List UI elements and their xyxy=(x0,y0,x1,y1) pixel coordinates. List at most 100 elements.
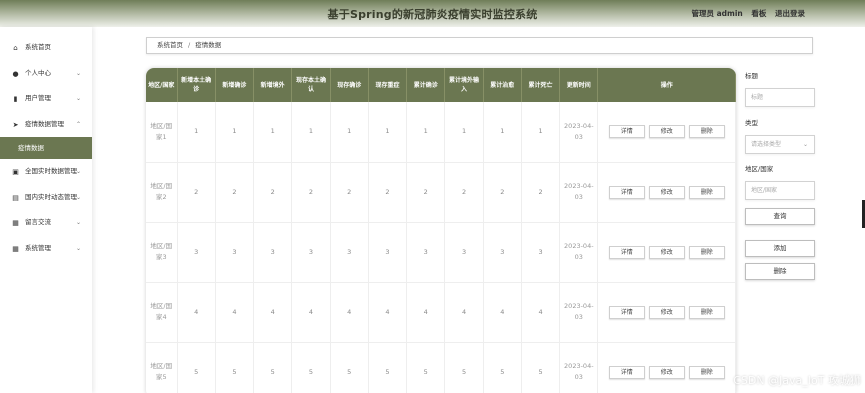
value-cell: 2 xyxy=(330,162,369,223)
edit-button[interactable]: 修改 xyxy=(648,305,685,319)
table-row: 地区/国家4 4 4 4 4 4 4 4 4 4 4 2023-04-03 详情 修改 删除 xyxy=(146,282,736,343)
delete-row-button[interactable]: 删除 xyxy=(688,365,725,379)
value-cell: 1 xyxy=(253,102,293,163)
chevron-up-icon: ⌃ xyxy=(75,120,81,128)
value-cell: 2 xyxy=(253,162,293,223)
sidebar-item-domestic-dynamics[interactable]: ▤ 国内实时动态管理 ⌄ xyxy=(0,185,92,211)
sidebar-item-epidemic-management[interactable]: ➤ 疫情数据管理 ⌃ xyxy=(0,112,92,138)
query-button[interactable]: 查询 xyxy=(745,208,815,225)
column-header: 新增本土确诊 xyxy=(177,68,216,102)
delete-row-button[interactable]: 删除 xyxy=(688,245,725,259)
edit-button[interactable]: 修改 xyxy=(648,125,685,139)
region-cell: 地区/国家5 xyxy=(146,342,178,393)
column-header: 操作 xyxy=(597,68,736,102)
value-cell: 4 xyxy=(177,282,216,343)
value-cell: 4 xyxy=(483,282,522,343)
update-time-cell: 2023-04-03 xyxy=(559,102,599,163)
value-cell: 3 xyxy=(215,222,255,283)
details-button[interactable]: 详情 xyxy=(608,245,645,259)
sidebar-item-national-realtime[interactable]: ▣ 全国实时数据管理 ⌄ xyxy=(0,159,92,185)
person-icon: ● xyxy=(12,69,19,78)
delete-button[interactable]: 删除 xyxy=(745,263,815,280)
sidebar-item-epidemic-data[interactable]: 疫情数据 xyxy=(0,137,92,159)
grid-icon: ▦ xyxy=(12,244,19,253)
actions-cell: 详情 修改 删除 xyxy=(597,102,736,163)
table-body: 地区/国家1 1 1 1 1 1 1 1 1 1 1 2023-04-03 详情 修改 删除 地区/国家2 2 2… xyxy=(146,102,736,393)
sidebar-item-home[interactable]: ⌂ 系统首页 xyxy=(0,35,92,61)
value-cell: 4 xyxy=(330,282,369,343)
sidebar-item-label: 全国实时数据管理 xyxy=(25,167,77,175)
value-cell: 4 xyxy=(444,282,484,343)
breadcrumb-current: 疫情数据 xyxy=(195,41,222,49)
value-cell: 2 xyxy=(406,162,446,223)
type-select[interactable]: 请选择类型 ⌄ xyxy=(745,135,815,154)
details-button[interactable]: 详情 xyxy=(608,305,645,319)
table-row: 地区/国家5 5 5 5 5 5 5 5 5 5 5 2023-04-03 详情 修改 删除 xyxy=(146,342,736,393)
column-header: 新增确诊 xyxy=(215,68,255,102)
actions-cell: 详情 修改 删除 xyxy=(597,162,736,223)
chevron-down-icon: ⌄ xyxy=(75,168,81,175)
column-header: 累计死亡 xyxy=(521,68,561,102)
bar-chart-icon: ▮ xyxy=(13,95,18,103)
details-button[interactable]: 详情 xyxy=(608,185,645,199)
delete-row-button[interactable]: 删除 xyxy=(688,305,725,319)
table-header-row: 地区/国家 新增本土确诊 新增确诊 新增境外 现存本土确认 现存确诊 现存重症 … xyxy=(146,68,736,102)
value-cell: 1 xyxy=(215,102,255,163)
value-cell: 4 xyxy=(368,282,408,343)
edit-button[interactable]: 修改 xyxy=(648,185,685,199)
breadcrumb-home[interactable]: 系统首页 xyxy=(157,41,183,49)
actions-cell: 详情 修改 删除 xyxy=(597,222,736,283)
sidebar-item-system-management[interactable]: ▦ 系统管理 ⌄ xyxy=(0,236,92,262)
column-header: 现存确诊 xyxy=(330,68,369,102)
sidebar-item-messages[interactable]: ▦ 留言交流 ⌄ xyxy=(0,210,92,236)
value-cell: 1 xyxy=(291,102,331,163)
add-button[interactable]: 添加 xyxy=(745,240,815,257)
sidebar-item-label: 留言交流 xyxy=(25,218,51,226)
type-select-value: 请选择类型 xyxy=(751,141,782,148)
value-cell: 2 xyxy=(291,162,331,223)
value-cell: 3 xyxy=(521,222,561,283)
home-icon: ⌂ xyxy=(13,44,18,52)
value-cell: 3 xyxy=(330,222,369,283)
value-cell: 5 xyxy=(444,342,484,393)
title-input[interactable]: 标题 xyxy=(745,88,815,107)
update-time-cell: 2023-04-03 xyxy=(559,282,599,343)
value-cell: 1 xyxy=(330,102,369,163)
value-cell: 1 xyxy=(521,102,561,163)
value-cell: 5 xyxy=(521,342,561,393)
calendar-icon: ▣ xyxy=(12,168,19,176)
breadcrumb-separator: / xyxy=(188,41,191,49)
actions-cell: 详情 修改 删除 xyxy=(597,282,736,343)
details-button[interactable]: 详情 xyxy=(608,365,645,379)
delete-row-button[interactable]: 删除 xyxy=(688,125,725,139)
send-icon: ➤ xyxy=(12,120,19,129)
sidebar-item-personal-center[interactable]: ● 个人中心 ⌄ xyxy=(0,61,92,87)
value-cell: 4 xyxy=(253,282,293,343)
region-input[interactable]: 地区/国家 xyxy=(745,181,815,200)
value-cell: 5 xyxy=(177,342,216,393)
value-cell: 4 xyxy=(291,282,331,343)
value-cell: 5 xyxy=(291,342,331,393)
value-cell: 2 xyxy=(483,162,522,223)
value-cell: 1 xyxy=(177,102,216,163)
type-label: 类型 xyxy=(745,119,758,127)
sidebar-item-label: 系统首页 xyxy=(25,43,51,51)
sidebar-item-label: 个人中心 xyxy=(25,68,51,77)
edit-button[interactable]: 修改 xyxy=(648,245,685,259)
value-cell: 2 xyxy=(368,162,408,223)
edit-button[interactable]: 修改 xyxy=(648,365,685,379)
update-time-cell: 2023-04-03 xyxy=(559,342,599,393)
sidebar-item-user-management[interactable]: ▮ 用户管理 ⌄ xyxy=(0,86,92,112)
column-header: 现存重症 xyxy=(368,68,408,102)
logout-link[interactable]: 退出登录 xyxy=(775,9,805,18)
value-cell: 5 xyxy=(368,342,408,393)
chevron-down-icon: ⌄ xyxy=(802,141,808,148)
value-cell: 5 xyxy=(215,342,255,393)
details-button[interactable]: 详情 xyxy=(608,125,645,139)
sidebar-item-label: 国内实时动态管理 xyxy=(25,192,77,201)
delete-row-button[interactable]: 删除 xyxy=(688,185,725,199)
search-panel: 标题 标题 类型 请选择类型 ⌄ 地区/国家 地区/国家 查询 添加 删除 xyxy=(745,70,817,280)
value-cell: 3 xyxy=(444,222,484,283)
table-row: 地区/国家1 1 1 1 1 1 1 1 1 1 1 2023-04-03 详情 修改 删除 xyxy=(146,102,736,163)
dashboard-link[interactable]: 看板 xyxy=(751,9,766,18)
